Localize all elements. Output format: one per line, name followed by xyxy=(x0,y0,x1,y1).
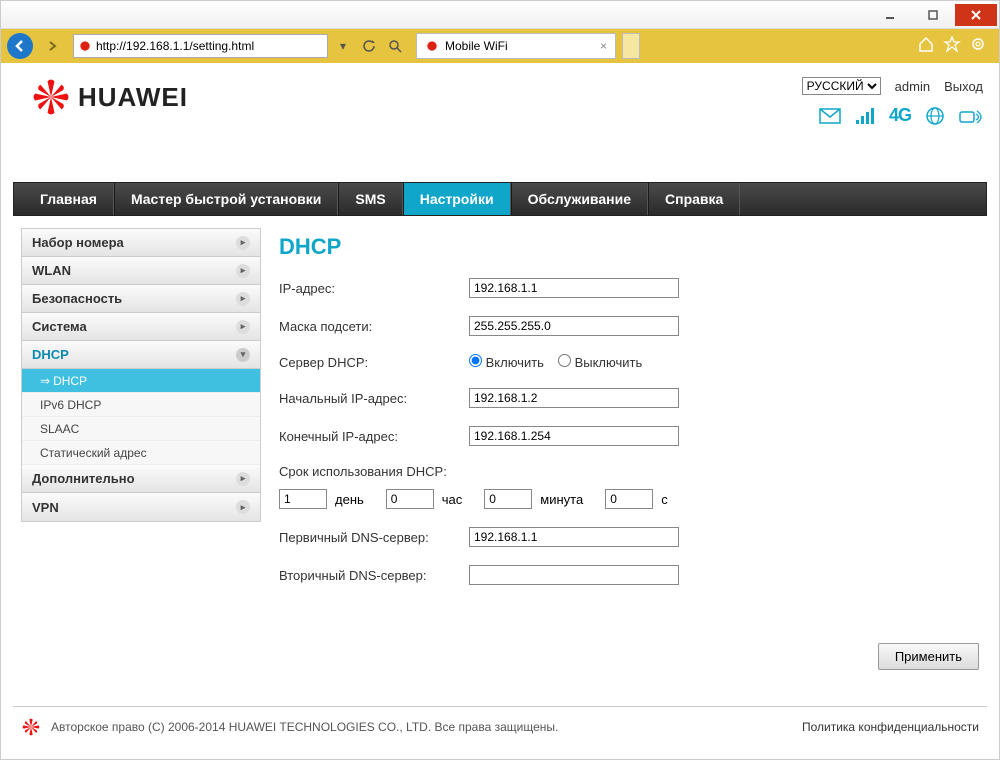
input-lease-minute[interactable] xyxy=(484,489,532,509)
wifi-icon xyxy=(959,107,983,125)
sidebar-item-security[interactable]: Безопасность▸ xyxy=(22,285,260,313)
input-ip[interactable] xyxy=(469,278,679,298)
network-type: 4G xyxy=(889,105,911,126)
privacy-link[interactable]: Политика конфиденциальности xyxy=(802,720,979,734)
menu-sms[interactable]: SMS xyxy=(338,183,402,215)
radio-enable-label[interactable]: Включить xyxy=(469,354,544,370)
tab-close-icon[interactable]: × xyxy=(600,39,607,53)
sidebar-group: Набор номера▸ WLAN▸ Безопасность▸ Систем… xyxy=(21,228,261,522)
chevron-right-icon: ▸ xyxy=(236,292,250,306)
tab-title: Mobile WiFi xyxy=(445,39,508,53)
back-button[interactable] xyxy=(7,33,33,59)
subitem-dhcp[interactable]: DHCP xyxy=(22,369,260,393)
dhcp-form: DHCP IP-адрес: Маска подсети: Сервер DHC… xyxy=(279,228,979,670)
input-lease-second[interactable] xyxy=(605,489,653,509)
minimize-button[interactable] xyxy=(869,4,911,26)
sidebar-item-system[interactable]: Система▸ xyxy=(22,313,260,341)
tools-icon[interactable] xyxy=(969,35,987,58)
huawei-petal-icon xyxy=(21,717,41,737)
main-menu: Главная Мастер быстрой установки SMS Нас… xyxy=(13,182,987,216)
subitem-ipv6-dhcp[interactable]: IPv6 DHCP xyxy=(22,393,260,417)
radio-disable-label[interactable]: Выключить xyxy=(558,354,642,370)
address-bar[interactable]: http://192.168.1.1/setting.html xyxy=(73,34,328,58)
menu-home[interactable]: Главная xyxy=(24,183,114,215)
huawei-logo: HUAWEI xyxy=(30,76,188,118)
label-minute: минута xyxy=(540,492,583,507)
admin-link[interactable]: admin xyxy=(895,79,930,94)
input-mask[interactable] xyxy=(469,316,679,336)
huawei-favicon-icon xyxy=(78,39,92,53)
menu-settings[interactable]: Настройки xyxy=(403,183,511,215)
page-title: DHCP xyxy=(279,234,979,260)
router-page: HUAWEI РУССКИЙ admin Выход 4G Главная Ма… xyxy=(1,63,999,747)
label-start-ip: Начальный IP-адрес: xyxy=(279,391,469,406)
favorites-icon[interactable] xyxy=(943,35,961,58)
radio-enable[interactable] xyxy=(469,354,482,367)
close-button[interactable] xyxy=(955,4,997,26)
label-lease: Срок использования DHCP: xyxy=(279,464,469,479)
label-hour: час xyxy=(442,492,463,507)
sidebar-item-dhcp[interactable]: DHCP▾ xyxy=(22,341,260,369)
window-titlebar xyxy=(1,1,999,29)
url-text: http://192.168.1.1/setting.html xyxy=(96,39,254,53)
chevron-right-icon: ▸ xyxy=(236,320,250,334)
footer: Авторское право (C) 2006-2014 HUAWEI TEC… xyxy=(13,706,987,747)
sidebar-item-wlan[interactable]: WLAN▸ xyxy=(22,257,260,285)
chevron-right-icon: ▸ xyxy=(236,472,250,486)
label-ip: IP-адрес: xyxy=(279,281,469,296)
input-lease-hour[interactable] xyxy=(386,489,434,509)
input-start-ip[interactable] xyxy=(469,388,679,408)
label-dns2: Вторичный DNS-сервер: xyxy=(279,568,469,583)
search-icon xyxy=(388,39,402,53)
input-end-ip[interactable] xyxy=(469,426,679,446)
new-tab-button[interactable] xyxy=(622,33,640,59)
maximize-button[interactable] xyxy=(912,4,954,26)
sidebar-item-advanced[interactable]: Дополнительно▸ xyxy=(22,465,260,493)
mail-icon[interactable] xyxy=(819,108,841,124)
huawei-petal-icon xyxy=(30,76,72,118)
sidebar-item-vpn[interactable]: VPN▸ xyxy=(22,493,260,521)
browser-nav: http://192.168.1.1/setting.html ▾ Mobile… xyxy=(1,29,999,63)
logout-link[interactable]: Выход xyxy=(944,79,983,94)
menu-help[interactable]: Справка xyxy=(648,183,740,215)
home-icon[interactable] xyxy=(917,35,935,58)
language-select[interactable]: РУССКИЙ xyxy=(802,77,881,95)
input-dns1[interactable] xyxy=(469,527,679,547)
label-end-ip: Конечный IP-адрес: xyxy=(279,429,469,444)
input-dns2[interactable] xyxy=(469,565,679,585)
sidebar-item-dialup[interactable]: Набор номера▸ xyxy=(22,229,260,257)
label-mask: Маска подсети: xyxy=(279,319,469,334)
settings-sidebar: Набор номера▸ WLAN▸ Безопасность▸ Систем… xyxy=(21,228,261,670)
forward-button[interactable] xyxy=(37,32,69,60)
search-button[interactable] xyxy=(384,35,406,57)
input-lease-day[interactable] xyxy=(279,489,327,509)
chevron-right-icon: ▸ xyxy=(236,500,250,514)
addr-dropdown[interactable]: ▾ xyxy=(332,35,354,57)
globe-icon[interactable] xyxy=(925,106,945,126)
subitem-slaac[interactable]: SLAAC xyxy=(22,417,260,441)
arrow-right-icon xyxy=(47,40,59,52)
browser-tab[interactable]: Mobile WiFi × xyxy=(416,33,616,59)
subitem-static[interactable]: Статический адрес xyxy=(22,441,260,465)
signal-icon xyxy=(855,107,875,125)
chevron-right-icon: ▸ xyxy=(236,264,250,278)
label-day: день xyxy=(335,492,364,507)
menu-service[interactable]: Обслуживание xyxy=(511,183,648,215)
label-dns1: Первичный DNS-сервер: xyxy=(279,530,469,545)
arrow-left-icon xyxy=(12,38,28,54)
huawei-favicon-icon xyxy=(425,39,439,53)
chevron-right-icon: ▸ xyxy=(236,236,250,250)
brand-text: HUAWEI xyxy=(78,82,188,113)
label-server: Сервер DHCP: xyxy=(279,355,469,370)
chevron-down-icon: ▾ xyxy=(236,348,250,362)
refresh-icon xyxy=(362,39,376,53)
radio-disable[interactable] xyxy=(558,354,571,367)
apply-button[interactable]: Применить xyxy=(878,643,979,670)
menu-wizard[interactable]: Мастер быстрой установки xyxy=(114,183,338,215)
label-second: с xyxy=(661,492,668,507)
refresh-button[interactable] xyxy=(358,35,380,57)
copyright: Авторское право (C) 2006-2014 HUAWEI TEC… xyxy=(51,720,558,734)
